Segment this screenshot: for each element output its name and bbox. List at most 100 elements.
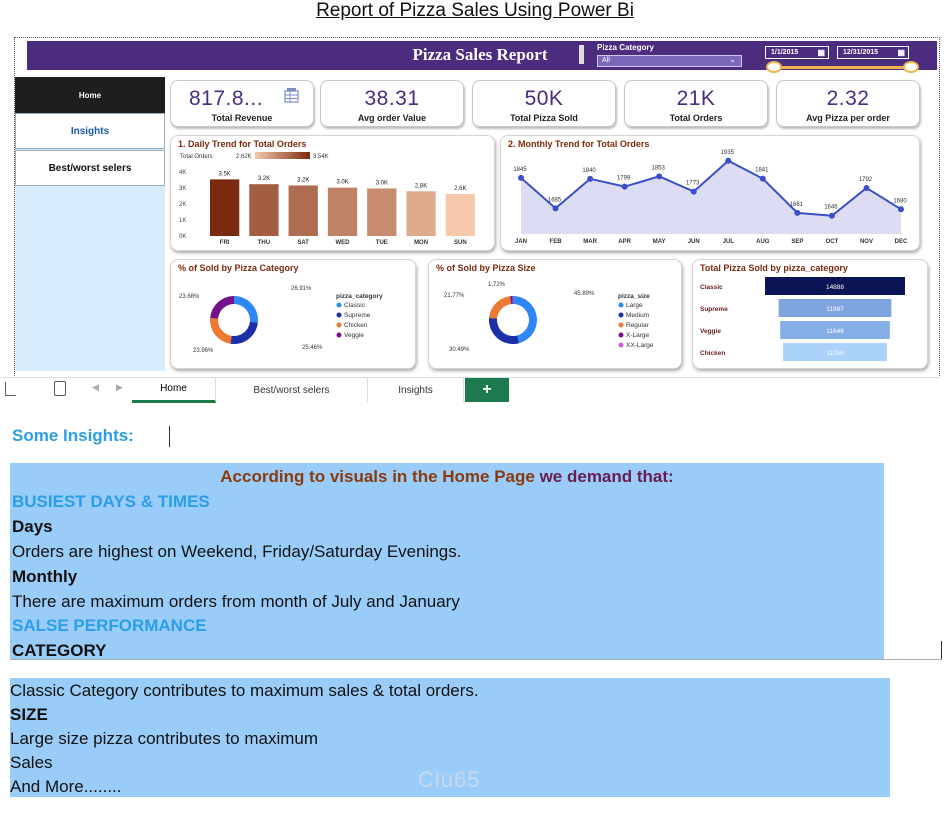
bar [327,187,358,236]
kpi-avg-order-value: 38.31 Avg order Value [320,80,464,127]
nav-home-button[interactable]: Home [15,77,165,113]
category-heading: CATEGORY [12,641,107,659]
x-tick-label: MAR [583,239,597,245]
x-tick-label: WED [336,240,351,246]
category-label: Classic [700,284,723,291]
page-icon[interactable] [54,381,66,396]
legend-marker [336,302,342,308]
kpi-value: 38.31 [364,87,420,110]
data-label: 1661 [790,202,804,208]
data-label: 1853 [652,165,666,171]
legend-marker [618,342,624,348]
data-point [587,175,594,182]
x-tick-label: OCT [826,239,839,245]
data-point [863,184,870,191]
daily-trend-chart: Total Orders 2.62K 3.54K 0K 1K 2K 3K 4K 3.5K FRI 3… [179,152,475,246]
bar [367,188,397,236]
nav-best-worst-button[interactable]: Best/worst selers [15,150,165,186]
legend-label: Regular [626,322,650,329]
x-tick-label: FEB [550,239,563,245]
data-label: 1773 [686,181,700,187]
date-range-slider[interactable] [773,66,913,69]
y-tick-label: 3K [179,186,186,192]
tab-best-worst[interactable]: Best/worst selers [216,377,368,403]
scroll-left-icon[interactable]: ◀ [92,382,99,393]
slice-label: 30.49% [449,347,470,353]
donut-slice [234,296,258,323]
add-page-button[interactable]: + [465,378,509,402]
legend-marker [618,312,624,318]
intro-part-b: we demand that: [539,467,674,486]
data-label: 3.2K [297,177,309,183]
x-tick-label: MAY [653,239,666,245]
kpi-label: Total Pizza Sold [510,113,578,123]
insights-heading: Some Insights: [12,426,134,445]
y-tick-label: 4K [179,170,186,176]
panel-icon[interactable] [5,382,16,396]
legend-label: X-Large [626,332,650,339]
date-slider-end-handle[interactable] [903,61,919,73]
monthly-trend-card: 2. Monthly Trend for Total Orders 1845 JA… [500,135,920,251]
x-tick-label: SAT [297,240,309,246]
monthly-heading: Monthly [12,567,78,586]
nav-insights-button[interactable]: Insights [15,113,165,149]
data-label: 3.5K [218,171,230,177]
data-label: 1845 [513,167,527,173]
donut-slice [489,317,520,344]
document-title: Report of Pizza Sales Using Power Bi [316,0,634,21]
data-point [759,175,766,182]
category-label: Veggie [700,328,721,335]
data-label: 2.8K [415,183,427,189]
x-tick-label: TUE [376,240,388,246]
date-slider-start-handle[interactable] [766,61,782,73]
legend-min: 2.62K [236,154,252,160]
x-tick-label: SEP [791,239,803,245]
report-title: Pizza Sales Report [412,45,548,64]
kpi-total-pizza-sold: 50K Total Pizza Sold [472,80,616,127]
data-point [690,188,697,195]
legend-label: Veggie [344,332,364,339]
legend-marker [618,322,624,328]
date-to-input[interactable]: 12/31/2015 ▦ [837,46,909,59]
kpi-label: Total Orders [669,113,723,123]
x-tick-label: AUG [756,239,770,245]
date-from-input[interactable]: 1/1/2015 ▦ [765,46,829,59]
legend-title: pizza_size [618,293,650,300]
kpi-avg-pizza-per-order: 2.32 Avg Pizza per order [776,80,920,127]
area-fill [521,160,901,234]
data-label: 11649 [826,328,844,335]
donut-slice [230,321,258,344]
data-point [898,206,904,213]
data-point [828,212,835,219]
donut-slice [489,296,512,319]
slice-label: 26.91% [291,286,312,292]
size-heading: SIZE [10,705,48,724]
category-slicer-value: All [602,57,610,64]
date-from-value: 1/1/2015 [771,49,799,56]
bar [288,185,318,236]
category-slicer-dropdown[interactable]: All ⌄ [597,55,742,67]
category-text: Classic Category contributes to maximum … [10,681,479,700]
tab-insights[interactable]: Insights [368,377,464,403]
y-tick-label: 2K [179,202,186,208]
calendar-icon: ▦ [817,48,825,57]
size-donut-chart: 45.89% 30.49% 21.77% 1.72% pizza_size Large Me… [444,282,654,353]
kpi-label: Avg order Value [357,113,427,123]
category-label: Chicken [700,350,725,357]
table-icon [284,88,299,103]
x-tick-label: SUN [454,240,467,246]
date-to-value: 12/31/2015 [843,49,879,56]
banner-divider [579,45,584,64]
chevron-down-icon: ⌄ [729,55,736,64]
data-label: 1841 [755,168,769,174]
scroll-right-icon[interactable]: ▶ [116,382,123,393]
x-tick-label: FRI [220,240,230,246]
category-donut-chart: 26.91% 25.46% 23.96% 23.68% pizza_category Cl… [179,286,383,354]
bar [249,184,279,236]
data-label: 2.6K [454,186,466,192]
kpi-value: 2.32 [826,87,870,110]
category-sold-card: Total Pizza Sold by pizza_category Class… [692,259,928,369]
monthly-text: There are maximum orders from month of J… [12,592,460,611]
tab-home[interactable]: Home [132,377,216,403]
legend-label: Supreme [344,312,371,319]
